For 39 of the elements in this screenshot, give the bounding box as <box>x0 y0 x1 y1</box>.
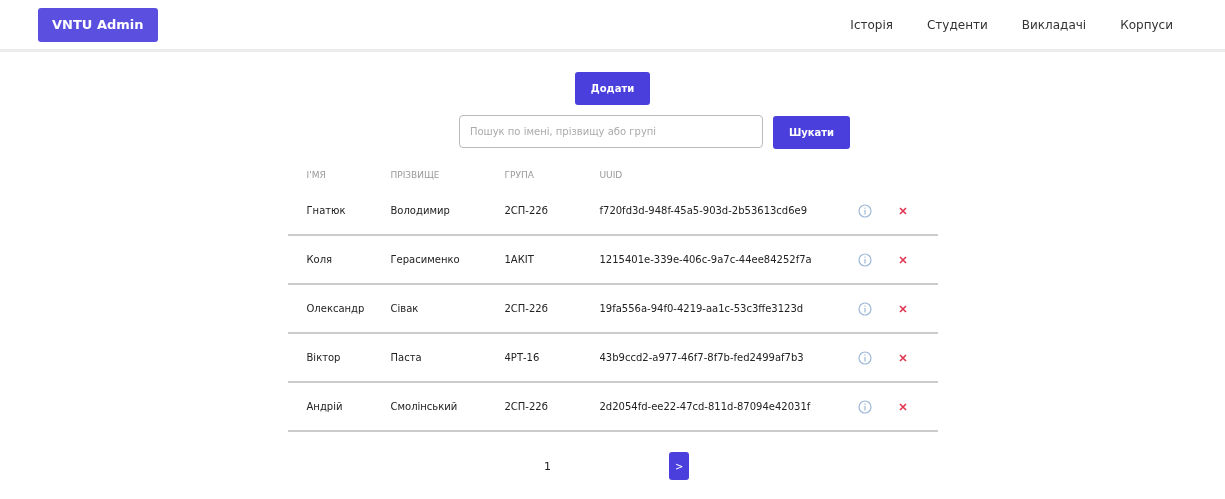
table-cell-text: Герасименко <box>390 254 461 265</box>
delete-icon[interactable] <box>897 401 908 412</box>
column-header: UUID <box>599 170 624 180</box>
table-cell-text: Гнатюк <box>306 205 347 216</box>
nav-link[interactable]: Історія <box>850 17 893 32</box>
table-cell-text: 4РТ-16 <box>504 352 541 363</box>
delete-icon[interactable] <box>897 303 908 314</box>
table-cell-text: 2СП-22б <box>504 205 549 216</box>
column-header: ПРІЗВИЩЕ <box>390 170 441 180</box>
page-number[interactable]: 1 <box>544 459 551 473</box>
table-cell-text: 19fa556a-94f0-4219-aa1c-53c3ffe3123d <box>599 303 805 314</box>
table-cell-text: 43b9ccd2-a977-46f7-8f7b-fed2499af7b3 <box>599 352 805 363</box>
table-cell-text: Паста <box>390 352 423 363</box>
table-cell-text: 1215401e-339e-406c-9a7c-44ee84252f7a <box>599 254 813 265</box>
table-cell-text: Сівак <box>390 303 420 314</box>
nav-link[interactable]: Студенти <box>927 17 988 32</box>
table-cell-text: Володимир <box>390 205 451 216</box>
table-cell-text: Андрій <box>306 401 344 412</box>
table-cell-text: 1АКІТ <box>504 254 535 265</box>
search-field[interactable]: Пошук по імені, прізвищу або групі <box>458 115 763 148</box>
nav-link[interactable]: Корпуси <box>1120 17 1173 32</box>
search-button[interactable]: Шукати <box>772 116 851 149</box>
table-cell-text: Олександр <box>306 303 366 314</box>
table-cell-text: f720fd3d-948f-45a5-903d-2b53613cd6e9 <box>599 205 809 216</box>
delete-icon[interactable] <box>897 352 908 363</box>
add-button[interactable]: Додати <box>574 72 651 105</box>
delete-icon[interactable] <box>897 205 908 216</box>
next-page-button[interactable]: > <box>669 452 689 480</box>
column-header: І'МЯ <box>306 170 327 180</box>
nav-link[interactable]: Викладачі <box>1021 17 1087 32</box>
table-cell-text: 2d2054fd-ee22-47cd-811d-87094e42031f <box>599 401 812 412</box>
logo-button[interactable]: VNTU Admin <box>38 7 158 42</box>
table-cell-text: 2СП-22б <box>504 303 549 314</box>
column-header: ГРУПА <box>504 170 535 180</box>
table-cell-text: Смолінський <box>390 401 459 412</box>
table-cell-text: Віктор <box>306 352 342 363</box>
table-cell-text: Коля <box>306 254 334 265</box>
delete-icon[interactable] <box>897 254 908 265</box>
table-cell-text: 2СП-22б <box>504 401 549 412</box>
